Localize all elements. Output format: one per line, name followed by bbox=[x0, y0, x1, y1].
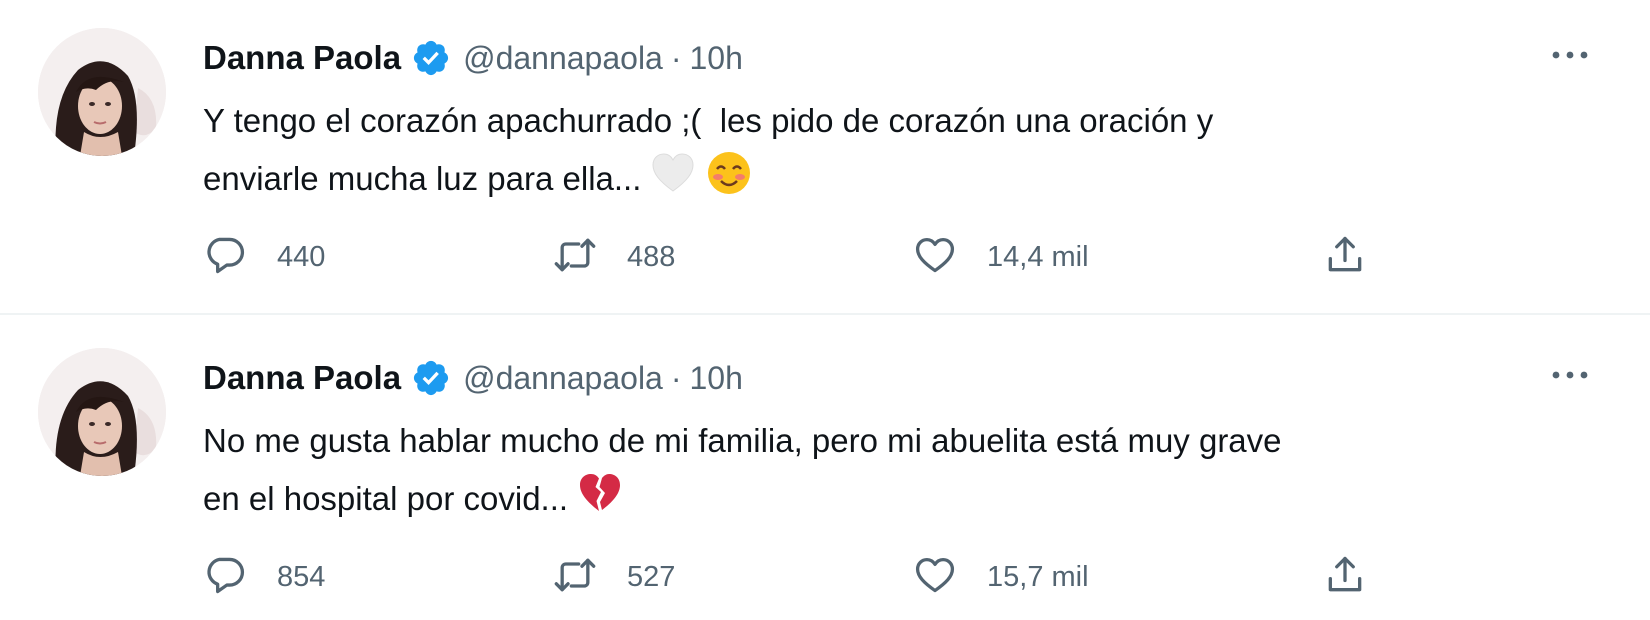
tweet-text: Y tengo el corazón apachurrado ;( les pi… bbox=[203, 92, 1543, 214]
retweet-icon bbox=[553, 233, 597, 282]
retweet-icon bbox=[553, 553, 597, 602]
white-heart-emoji bbox=[649, 149, 697, 214]
tweet-text-line: Y tengo el corazón apachurrado ;( les pi… bbox=[203, 102, 1214, 139]
like-button[interactable]: 15,7 mil bbox=[913, 554, 1089, 600]
tweet-actions: 440 488 14,4 mil bbox=[203, 234, 1363, 280]
like-icon bbox=[913, 233, 957, 282]
tweet-header: Danna Paola @dannapaola · 10h bbox=[203, 358, 743, 398]
tweet-text-line: en el hospital por covid... bbox=[203, 469, 1543, 534]
retweet-count: 527 bbox=[627, 560, 676, 593]
divider bbox=[0, 313, 1650, 315]
smiling-face-with-blush-emoji bbox=[705, 149, 753, 214]
share-icon bbox=[1323, 553, 1367, 602]
avatar[interactable] bbox=[38, 348, 166, 476]
tweet-text-line: enviarle mucha luz para ella... bbox=[203, 149, 1543, 214]
tweet-text: No me gusta hablar mucho de mi familia, … bbox=[203, 412, 1543, 534]
separator: · bbox=[670, 359, 682, 396]
retweet-count: 488 bbox=[627, 240, 676, 273]
share-icon bbox=[1323, 233, 1367, 282]
more-icon[interactable] bbox=[1548, 365, 1592, 385]
timestamp[interactable]: 10h bbox=[690, 360, 743, 397]
tweet[interactable]: Danna Paola @dannapaola · 10h No me gust… bbox=[0, 320, 1650, 620]
like-count: 14,4 mil bbox=[987, 240, 1089, 273]
retweet-button[interactable]: 527 bbox=[553, 554, 675, 600]
tweet-header: Danna Paola @dannapaola · 10h bbox=[203, 38, 743, 78]
tweet-actions: 854 527 15,7 mil bbox=[203, 554, 1363, 600]
like-button[interactable]: 14,4 mil bbox=[913, 234, 1089, 280]
like-icon bbox=[913, 553, 957, 602]
verified-badge-icon bbox=[411, 38, 451, 78]
timestamp[interactable]: 10h bbox=[690, 40, 743, 77]
separator: · bbox=[670, 39, 682, 76]
more-icon[interactable] bbox=[1548, 45, 1592, 65]
avatar[interactable] bbox=[38, 28, 166, 156]
author-handle[interactable]: @dannapaola bbox=[463, 40, 663, 77]
reply-button[interactable]: 440 bbox=[203, 234, 325, 280]
reply-button[interactable]: 854 bbox=[203, 554, 325, 600]
author-name[interactable]: Danna Paola bbox=[203, 359, 401, 397]
broken-heart-emoji bbox=[576, 469, 624, 534]
tweet[interactable]: Danna Paola @dannapaola · 10h Y tengo el… bbox=[0, 0, 1650, 310]
share-button[interactable] bbox=[1323, 234, 1367, 280]
author-handle[interactable]: @dannapaola bbox=[463, 360, 663, 397]
author-name[interactable]: Danna Paola bbox=[203, 39, 401, 77]
reply-count: 440 bbox=[277, 240, 326, 273]
share-button[interactable] bbox=[1323, 554, 1367, 600]
tweet-text-line: No me gusta hablar mucho de mi familia, … bbox=[203, 422, 1282, 459]
retweet-button[interactable]: 488 bbox=[553, 234, 675, 280]
like-count: 15,7 mil bbox=[987, 560, 1089, 593]
verified-badge-icon bbox=[411, 358, 451, 398]
reply-count: 854 bbox=[277, 560, 326, 593]
reply-icon bbox=[203, 553, 247, 602]
reply-icon bbox=[203, 233, 247, 282]
